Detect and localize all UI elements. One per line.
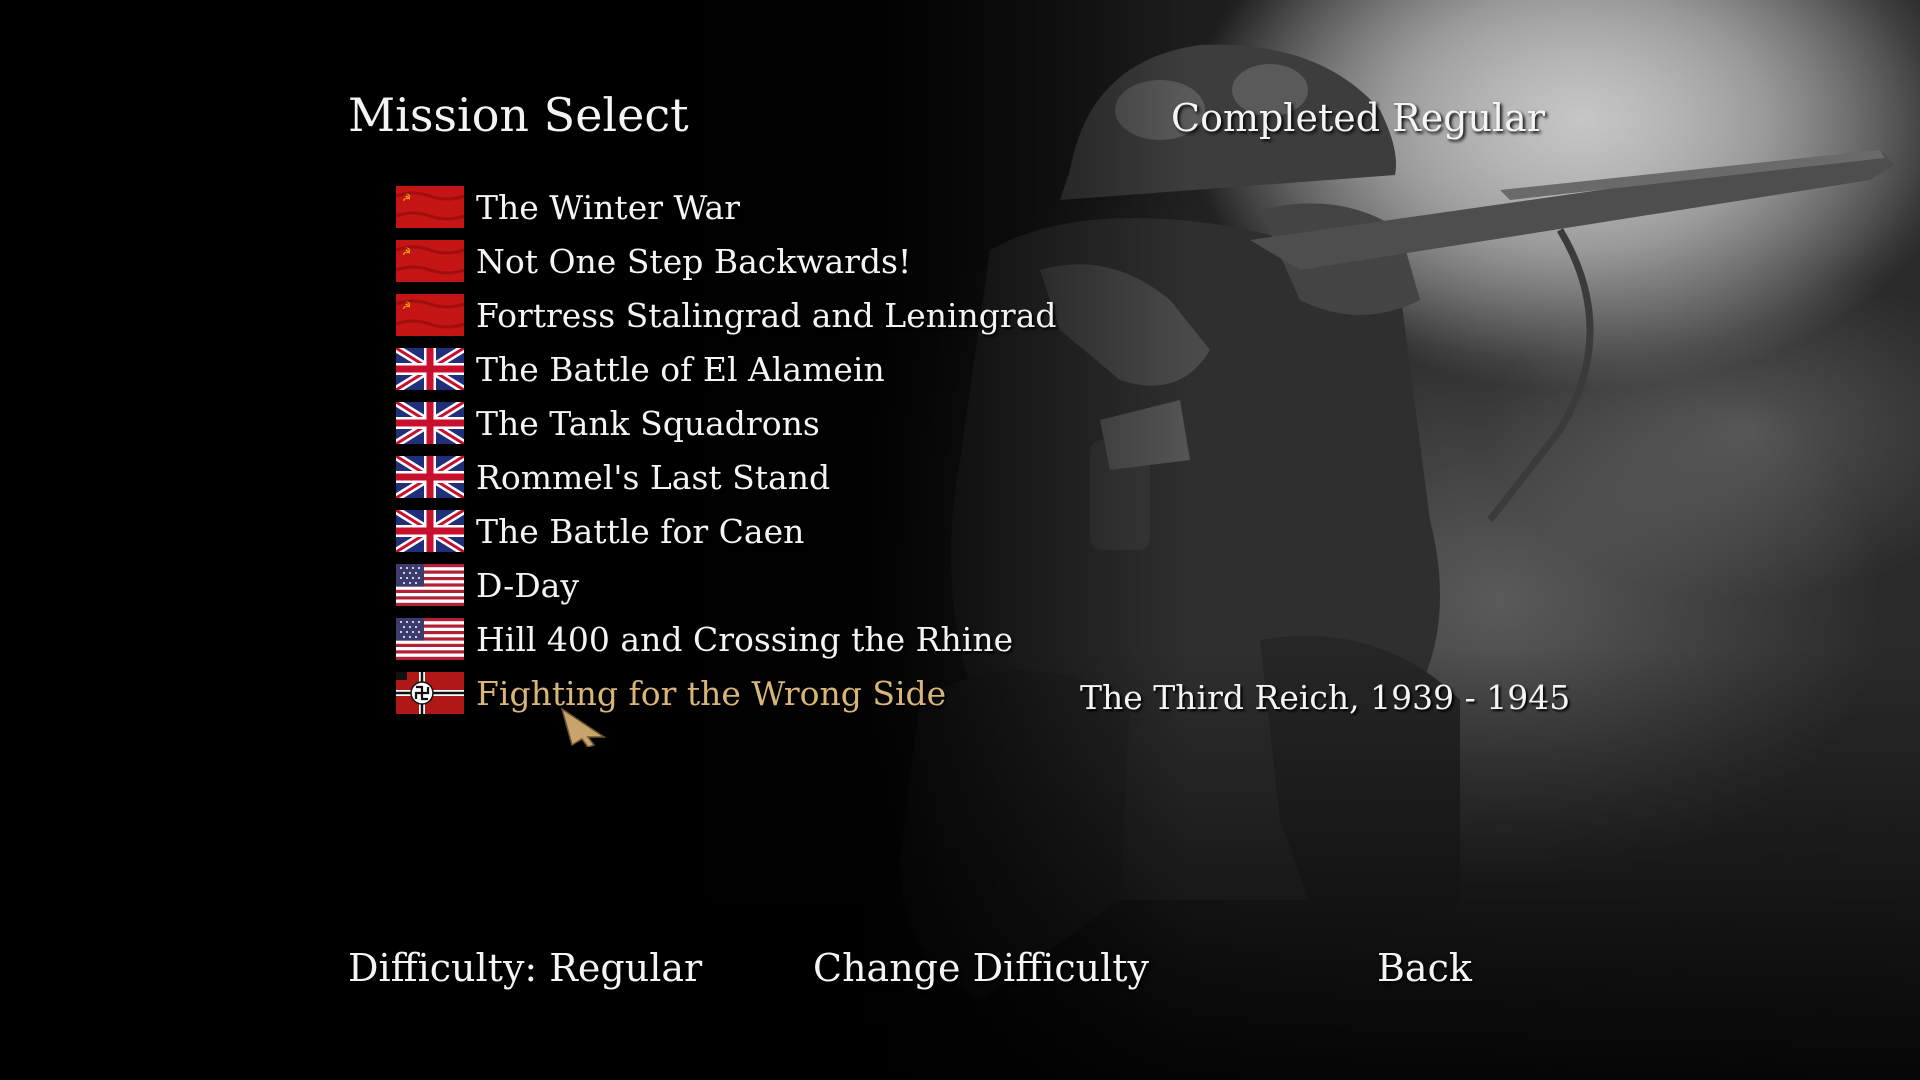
us-flag-icon <box>396 618 464 660</box>
difficulty-label: Difficulty: Regular <box>348 946 703 990</box>
mission-item-winter-war[interactable]: ☭ The Winter War <box>396 180 1057 234</box>
mission-label: The Battle of El Alamein <box>476 349 885 389</box>
mission-item-rommels-last-stand[interactable]: Rommel's Last Stand <box>396 450 1057 504</box>
mission-item-d-day[interactable]: D-Day <box>396 558 1057 612</box>
svg-text:☭: ☭ <box>402 193 411 204</box>
union-jack-flag-icon <box>396 510 464 552</box>
completion-status: Completed Regular <box>1171 96 1545 140</box>
mission-item-fighting-for-the-wrong-side[interactable]: Fighting for the Wrong Side <box>396 666 1057 720</box>
mission-item-hill-400[interactable]: Hill 400 and Crossing the Rhine <box>396 612 1057 666</box>
mission-item-fortress-stalingrad[interactable]: ☭ Fortress Stalingrad and Leningrad <box>396 288 1057 342</box>
union-jack-flag-icon <box>396 402 464 444</box>
mission-list: ☭ The Winter War ☭ Not One Step Backward… <box>396 180 1057 720</box>
mission-label: The Battle for Caen <box>476 511 805 551</box>
soviet-flag-icon: ☭ <box>396 186 464 228</box>
mission-label: The Winter War <box>476 187 740 227</box>
back-button[interactable]: Back <box>1377 946 1472 990</box>
mission-select-screen: Mission Select Completed Regular ☭ The W… <box>0 0 1920 1080</box>
mission-label: The Tank Squadrons <box>476 403 820 443</box>
german-war-flag-icon <box>396 672 464 714</box>
mission-label: D-Day <box>476 565 579 605</box>
us-flag-icon <box>396 564 464 606</box>
soviet-flag-icon: ☭ <box>396 240 464 282</box>
screen-title: Mission Select <box>348 88 689 142</box>
union-jack-flag-icon <box>396 348 464 390</box>
mouse-cursor-icon <box>560 707 608 748</box>
svg-text:☭: ☭ <box>402 301 411 312</box>
mission-label: Hill 400 and Crossing the Rhine <box>476 619 1014 659</box>
mission-item-not-one-step-backwards[interactable]: ☭ Not One Step Backwards! <box>396 234 1057 288</box>
mission-item-el-alamein[interactable]: The Battle of El Alamein <box>396 342 1057 396</box>
mission-label: Fighting for the Wrong Side <box>476 673 947 713</box>
svg-text:☭: ☭ <box>402 247 411 258</box>
mission-label: Not One Step Backwards! <box>476 241 912 281</box>
mission-item-tank-squadrons[interactable]: The Tank Squadrons <box>396 396 1057 450</box>
mission-label: Fortress Stalingrad and Leningrad <box>476 295 1057 335</box>
change-difficulty-button[interactable]: Change Difficulty <box>813 946 1149 990</box>
mission-description: The Third Reich, 1939 - 1945 <box>1080 678 1571 717</box>
soviet-flag-icon: ☭ <box>396 294 464 336</box>
mission-item-battle-for-caen[interactable]: The Battle for Caen <box>396 504 1057 558</box>
union-jack-flag-icon <box>396 456 464 498</box>
mission-label: Rommel's Last Stand <box>476 457 831 497</box>
